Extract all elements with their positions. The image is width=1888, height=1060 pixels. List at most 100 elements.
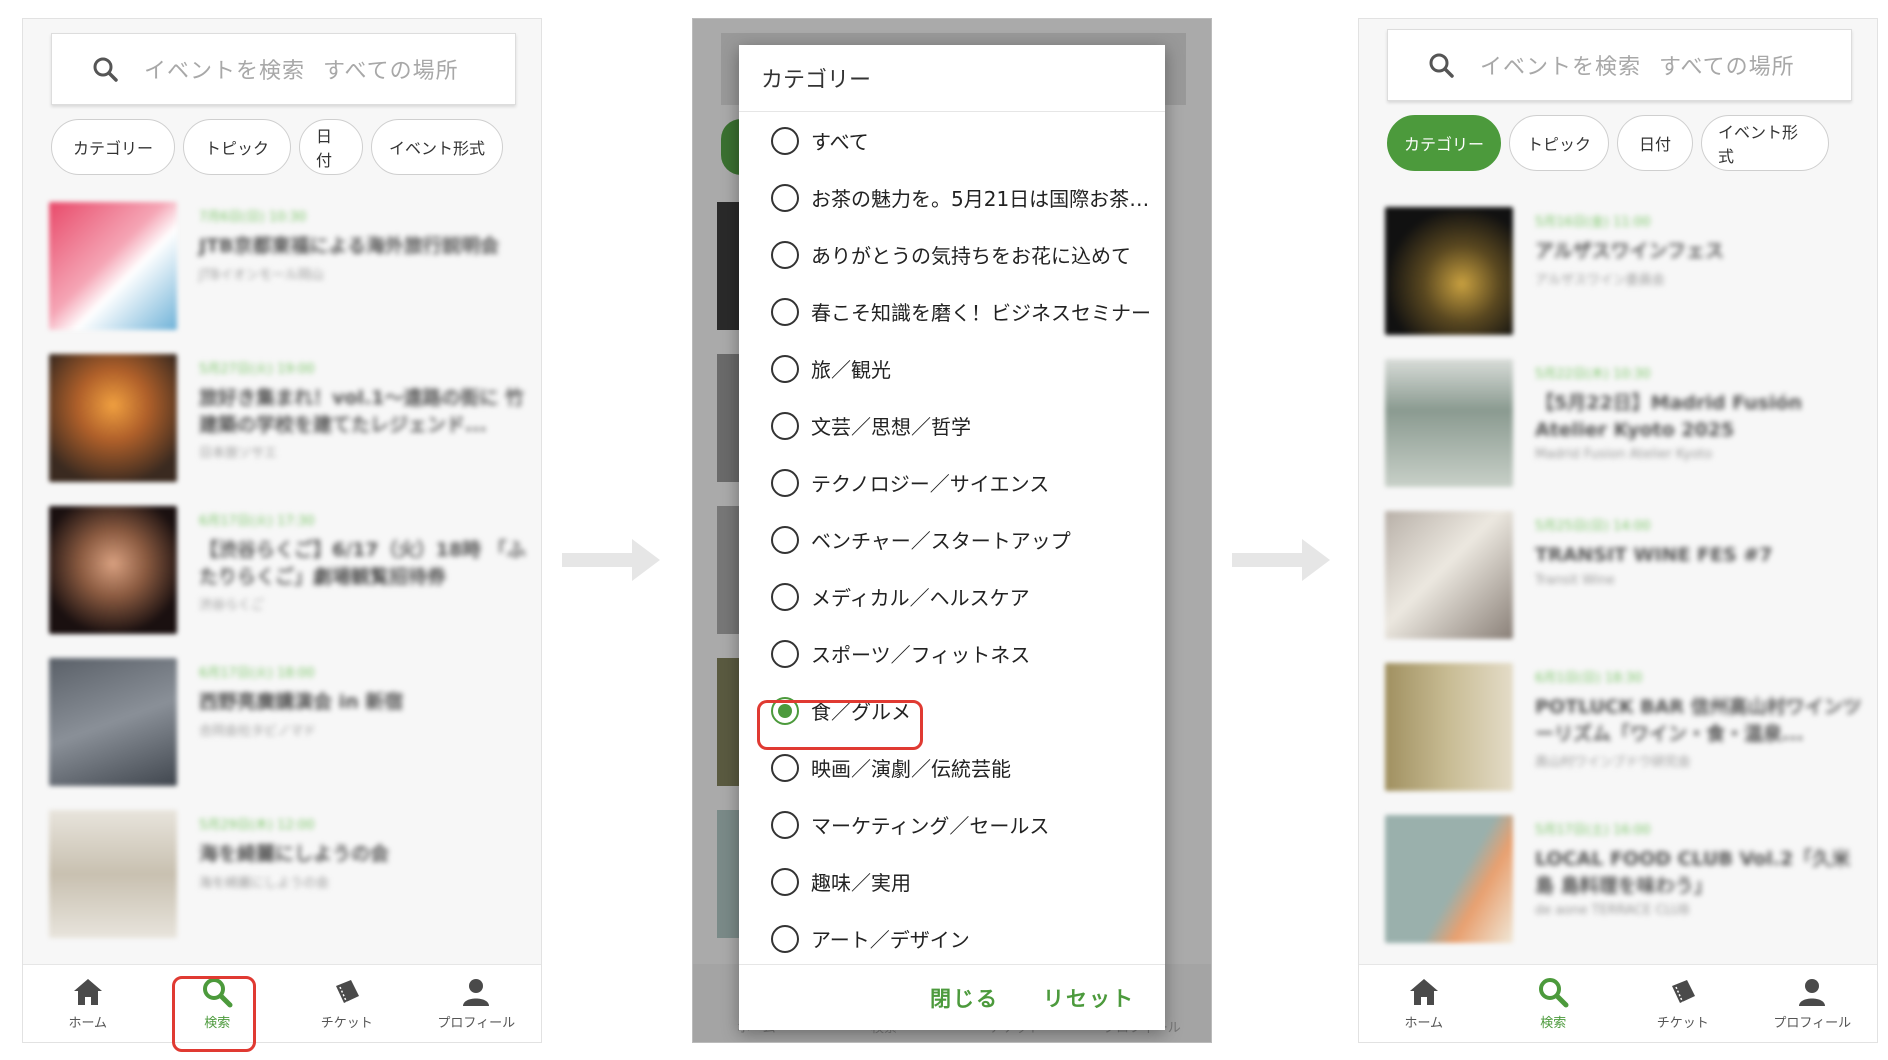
event-date: 7月6日(日) 10:30 — [199, 210, 307, 225]
search-icon — [1539, 978, 1569, 1008]
screen-search-initial: イベントを検索 すべての場所 カテゴリー トピック 日付 イベント形式 7月6日… — [22, 18, 542, 1043]
event-thumbnail — [49, 658, 177, 786]
list-item[interactable]: 5月17日(土) 16:00 LOCAL FOOD CLUB Vol.2「久米島 … — [1385, 815, 1865, 967]
nav-label: プロフィール — [437, 1016, 516, 1031]
home-icon — [73, 979, 102, 1005]
radio-button[interactable] — [771, 867, 799, 896]
close-button[interactable]: 閉じる — [930, 983, 999, 1013]
list-item[interactable]: 5月25日(日) 14:00 TRANSIT WINE FES #7 Transit… — [1385, 511, 1865, 663]
filter-chips: カテゴリー トピック 日付 イベント形式 — [1387, 115, 1829, 171]
radio-button[interactable] — [771, 411, 799, 440]
list-item[interactable]: 5月22日(木) 10:30 【5月22日】Madrid Fusión Ateli… — [1385, 359, 1865, 511]
event-title: JTB京都東福による海外旅行説明会 — [199, 235, 499, 257]
category-option[interactable]: すべて — [739, 112, 1165, 169]
chip-date[interactable]: 日付 — [1617, 115, 1693, 171]
radio-button[interactable] — [771, 126, 799, 155]
option-label: ベンチャー／スタートアップ — [811, 529, 1071, 553]
nav-search[interactable]: 検索 — [1489, 965, 1619, 1042]
chip-event-format[interactable]: イベント形式 — [1701, 115, 1829, 171]
category-option[interactable]: マーケティング／セールス — [739, 796, 1165, 853]
event-thumbnail — [1385, 359, 1513, 487]
nav-ticket[interactable]: チケット — [1618, 965, 1748, 1042]
event-thumbnail — [49, 202, 177, 330]
option-label: テクノロジー／サイエンス — [811, 472, 1050, 496]
nav-label: チケット — [320, 1016, 373, 1031]
category-option[interactable]: テクノロジー／サイエンス — [739, 454, 1165, 511]
category-option[interactable]: メディカル／ヘルスケア — [739, 568, 1165, 625]
list-item[interactable]: 5月27日(火) 19:00 旅好き集まれ！vol.1〜遠路の街に 竹建築の学校を… — [49, 354, 529, 506]
list-item[interactable]: 5月16日(金) 11:00 アルザスワインフェス アルザスワイン委員会 — [1385, 207, 1865, 359]
radio-button[interactable] — [771, 582, 799, 611]
list-item[interactable]: 7月6日(日) 10:30 JTB京都東福による海外旅行説明会 JTBイオンモール岡… — [49, 202, 529, 354]
nav-home[interactable]: ホーム — [1359, 965, 1489, 1042]
event-thumbnail — [1385, 207, 1513, 335]
nav-home[interactable]: ホーム — [23, 965, 153, 1042]
nav-profile[interactable]: プロフィール — [1748, 965, 1878, 1042]
event-thumbnail — [49, 354, 177, 482]
radio-button[interactable] — [771, 924, 799, 953]
event-title: 【渋谷らくご】6/17（火）18時 「ふたりらくご」劇場観覧招待券 — [199, 539, 526, 588]
category-option[interactable]: アート／デザイン — [739, 910, 1165, 964]
category-option[interactable]: お茶の魅力を。5月21日は国際お茶の日 — [739, 169, 1165, 226]
chip-topic[interactable]: トピック — [1509, 115, 1609, 171]
search-bar[interactable]: イベントを検索 すべての場所 — [1387, 29, 1852, 101]
radio-button[interactable] — [771, 810, 799, 839]
radio-button[interactable] — [771, 639, 799, 668]
highlight-search-tab — [172, 976, 256, 1052]
list-item[interactable]: 6月1日(日) 18:30 POTLUCK BAR 信州高山村ワインツーリズム「ワ… — [1385, 663, 1865, 815]
chip-date[interactable]: 日付 — [299, 119, 363, 175]
option-label: 旅／観光 — [811, 358, 891, 382]
event-date: 6月1日(日) 18:30 — [1535, 671, 1643, 686]
category-option[interactable]: スポーツ／フィットネス — [739, 625, 1165, 682]
event-organizer: de aone TERRACE CLUB — [1535, 903, 1690, 919]
chip-topic[interactable]: トピック — [183, 119, 291, 175]
chip-event-format[interactable]: イベント形式 — [371, 119, 503, 175]
radio-button[interactable] — [771, 183, 799, 212]
category-option[interactable]: 旅／観光 — [739, 340, 1165, 397]
ticket-icon — [1671, 980, 1695, 1004]
option-label: 趣味／実用 — [811, 871, 911, 895]
nav-ticket[interactable]: チケット — [282, 965, 412, 1042]
radio-button[interactable] — [771, 240, 799, 269]
arrow-right-icon — [562, 539, 660, 581]
event-thumbnail-dimmed — [717, 354, 741, 482]
option-label: アート／デザイン — [811, 928, 970, 952]
list-item[interactable]: 5月29日(木) 12:00 海を綺麗にしようの会 海を綺麗にしようの会 — [49, 810, 529, 962]
event-thumbnail-dimmed — [717, 658, 741, 786]
list-item[interactable]: 6月17日(火) 17:30 【渋谷らくご】6/17（火）18時 「ふたりらくご」… — [49, 506, 529, 658]
event-date: 5月27日(火) 19:00 — [199, 362, 315, 377]
bottom-nav: ホーム 検索 チケット プロフィール — [1359, 964, 1877, 1042]
event-thumbnail-dimmed — [717, 506, 741, 634]
category-option[interactable]: 趣味／実用 — [739, 853, 1165, 910]
event-date: 5月25日(日) 14:00 — [1535, 519, 1651, 534]
radio-button[interactable] — [771, 354, 799, 383]
event-title: 海を綺麗にしようの会 — [199, 843, 390, 865]
list-item[interactable]: 6月17日(火) 18:00 西野亮廣講演会 in 新宿 合同会社タビノマド — [49, 658, 529, 810]
highlight-selected-category — [757, 700, 923, 750]
radio-button[interactable] — [771, 525, 799, 554]
category-option[interactable]: 春こそ知識を磨く！ビジネスセミナー — [739, 283, 1165, 340]
radio-button[interactable] — [771, 753, 799, 782]
category-option[interactable]: ベンチャー／スタートアップ — [739, 511, 1165, 568]
reset-button[interactable]: リセット — [1043, 983, 1135, 1013]
option-label: スポーツ／フィットネス — [811, 643, 1031, 667]
screen-search-filtered: イベントを検索 すべての場所 カテゴリー トピック 日付 イベント形式 5月16… — [1358, 18, 1878, 1043]
radio-button[interactable] — [771, 297, 799, 326]
category-option[interactable]: 文芸／思想／哲学 — [739, 397, 1165, 454]
location-placeholder: すべての場所 — [323, 59, 459, 84]
category-options: すべて お茶の魅力を。5月21日は国際お茶の日 ありがとうの気持ちをお花に込めて… — [739, 112, 1165, 964]
chip-category[interactable]: カテゴリー — [51, 119, 175, 175]
nav-label: ホーム — [1404, 1016, 1444, 1031]
event-title: LOCAL FOOD CLUB Vol.2「久米島 島料理を味わう」 — [1535, 848, 1851, 897]
category-option[interactable]: ありがとうの気持ちをお花に込めて — [739, 226, 1165, 283]
radio-button[interactable] — [771, 468, 799, 497]
chip-category-active[interactable]: カテゴリー — [1387, 115, 1501, 171]
search-bar[interactable]: イベントを検索 すべての場所 — [51, 33, 516, 105]
event-organizer: JTBイオンモール岡山 — [199, 267, 324, 283]
event-organizer: 高山村ワインブドウ研究会 — [1535, 755, 1691, 771]
modal-title: カテゴリー — [739, 45, 1165, 112]
event-organizer: 渋谷らくご — [199, 598, 265, 614]
nav-profile[interactable]: プロフィール — [412, 965, 542, 1042]
nav-label: 検索 — [1540, 1016, 1567, 1031]
event-date: 5月22日(木) 10:30 — [1535, 367, 1651, 382]
